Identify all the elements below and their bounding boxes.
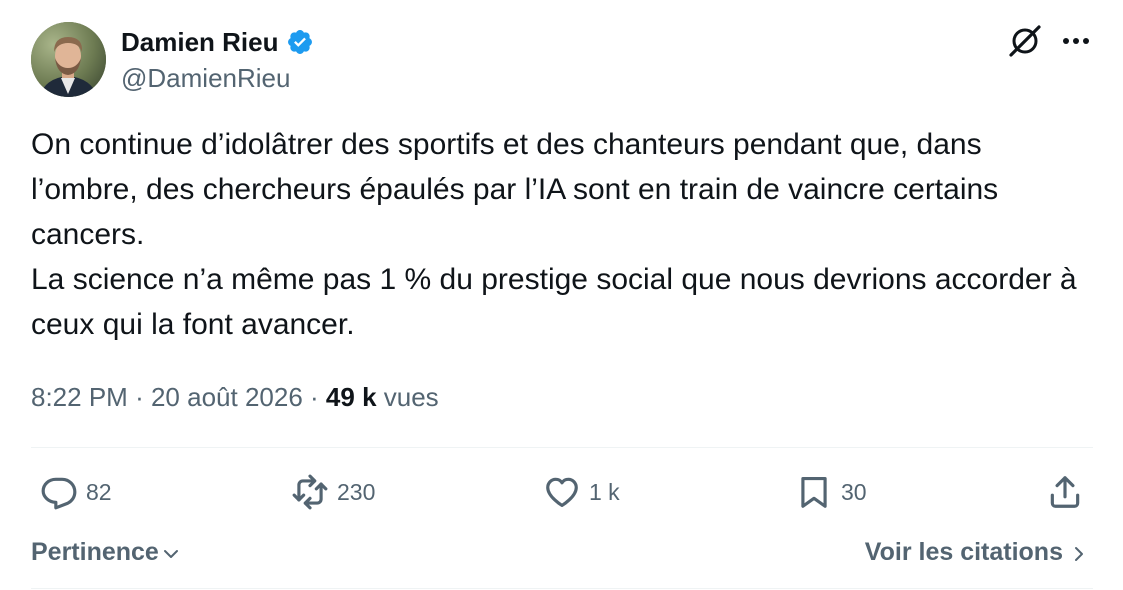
tweet-time[interactable]: 8:22 PM — [31, 382, 128, 412]
repost-count: 230 — [337, 478, 376, 505]
meta-separator: · — [310, 382, 319, 412]
chevron-right-icon — [1075, 546, 1083, 561]
sort-dropdown[interactable]: Pertinence — [31, 535, 181, 569]
sort-label: Pertinence — [31, 538, 159, 566]
reply-count: 82 — [86, 478, 112, 505]
meta-separator: · — [135, 382, 144, 412]
tweet-paragraph: On continue d’idolâtrer des sportifs et … — [31, 128, 999, 251]
avatar[interactable] — [31, 22, 106, 97]
author-handle[interactable]: @DamienRieu — [121, 62, 290, 94]
divider — [31, 588, 1093, 589]
like-button[interactable]: 1 k — [543, 472, 620, 512]
avatar-photo — [31, 22, 106, 97]
tweet-meta: 8:22 PM · 20 août 2026 · 49 k vues — [31, 378, 439, 416]
reply-button[interactable]: 82 — [40, 472, 112, 512]
bookmark-button[interactable]: 30 — [795, 472, 867, 512]
views-label: vues — [383, 382, 439, 412]
grok-icon[interactable] — [1006, 22, 1044, 60]
like-count: 1 k — [589, 478, 620, 505]
author-name-row[interactable]: Damien Rieu — [121, 26, 314, 58]
view-quotes-link[interactable]: Voir les citations — [865, 535, 1089, 569]
reply-icon — [41, 477, 77, 510]
more-icon[interactable] — [1058, 25, 1094, 57]
verified-badge-icon[interactable] — [286, 28, 314, 56]
quotes-label: Voir les citations — [864, 538, 1063, 566]
bookmark-count: 30 — [841, 478, 867, 505]
divider — [31, 447, 1093, 448]
views-count: 49 k — [325, 382, 377, 412]
repost-button[interactable]: 230 — [291, 472, 375, 512]
chevron-down-icon — [163, 550, 178, 558]
share-icon — [1050, 476, 1080, 508]
tweet-text: On continue d’idolâtrer des sportifs et … — [31, 122, 1096, 347]
bookmark-icon — [801, 476, 827, 508]
author-display-name[interactable]: Damien Rieu — [121, 26, 279, 58]
tweet-date[interactable]: 20 août 2026 — [151, 382, 303, 412]
heart-icon — [546, 477, 578, 508]
repost-icon — [292, 474, 328, 510]
share-button[interactable] — [1046, 472, 1084, 512]
tweet-paragraph: La science n’a même pas 1 % du prestige … — [31, 263, 1077, 341]
